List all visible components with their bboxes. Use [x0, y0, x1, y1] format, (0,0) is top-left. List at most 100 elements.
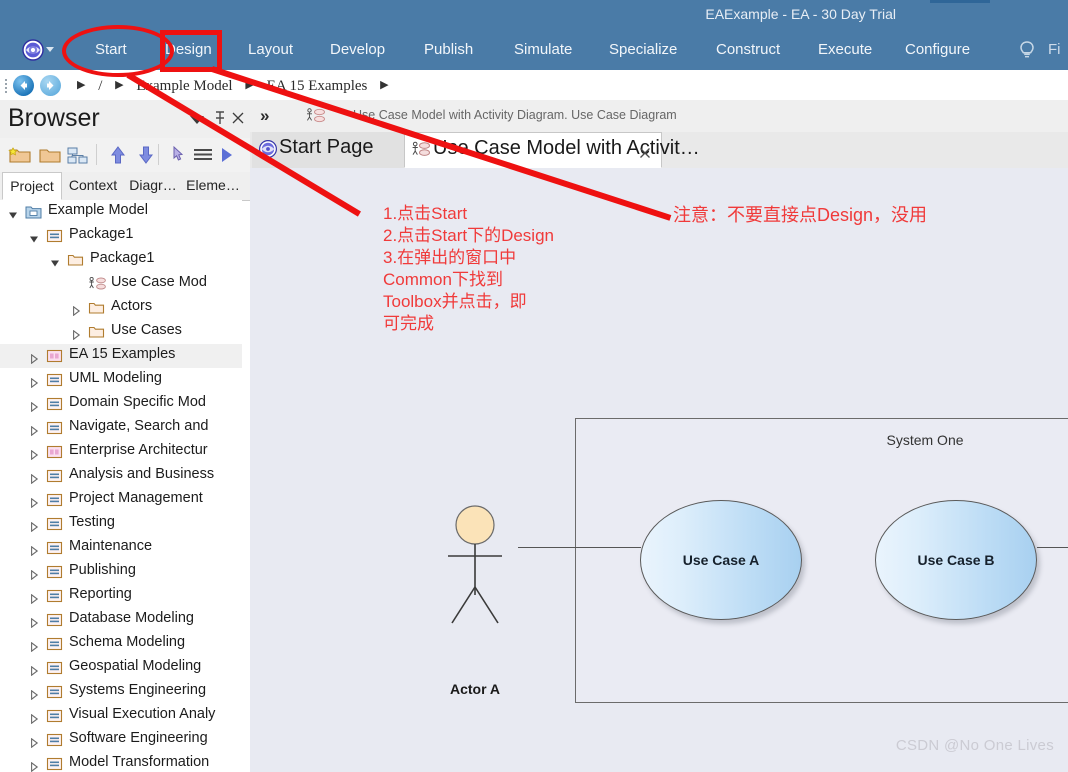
breadcrumb-item-example-model[interactable]: Example Model [136, 71, 232, 101]
folder-icon [88, 324, 105, 340]
ribbon-tab-develop[interactable]: Develop [330, 30, 385, 70]
lightbulb-icon[interactable] [1018, 40, 1036, 60]
tree-item-actors[interactable]: Actors [0, 296, 242, 320]
model-structure-icon[interactable] [66, 145, 90, 170]
twisty-collapsed-icon[interactable] [29, 519, 39, 533]
tree-item-project-management[interactable]: Project Management [0, 488, 242, 512]
view-package-icon [46, 708, 63, 724]
ribbon-tab-simulate[interactable]: Simulate [514, 30, 572, 70]
usecase-diagram-icon [88, 276, 106, 292]
ribbon-tab-specialize[interactable]: Specialize [609, 30, 677, 70]
twisty-collapsed-icon[interactable] [29, 375, 39, 389]
tab-diagram[interactable]: Diagr… [124, 172, 182, 200]
pin-icon[interactable] [213, 110, 227, 126]
twisty-collapsed-icon[interactable] [29, 711, 39, 725]
tree-item-package1[interactable]: Package1 [0, 248, 242, 272]
diagram-path-text: Use Case Model with Activity Diagram. Us… [353, 108, 677, 122]
project-tree[interactable]: Example Model Package1 Package1 Use Case Mo… [0, 200, 242, 772]
ribbon-tab-publish[interactable]: Publish [424, 30, 473, 70]
twisty-collapsed-icon[interactable] [29, 543, 39, 557]
view-package-icon [46, 492, 63, 508]
twisty-collapsed-icon[interactable] [29, 615, 39, 629]
ribbon-logo-chevron-down-icon[interactable] [46, 47, 54, 52]
twisty-collapsed-icon[interactable] [29, 423, 39, 437]
close-icon[interactable] [638, 143, 652, 158]
twisty-collapsed-icon[interactable] [29, 639, 39, 653]
window-title: EAExample - EA - 30 Day Trial [705, 6, 896, 22]
open-package-icon[interactable] [38, 145, 62, 170]
twisty-expanded-icon[interactable] [8, 207, 18, 219]
tree-item-analysis-and-business[interactable]: Analysis and Business [0, 464, 242, 488]
twisty-collapsed-icon[interactable] [29, 735, 39, 749]
twisty-expanded-icon[interactable] [29, 231, 39, 243]
new-package-icon[interactable] [8, 145, 32, 170]
twisty-collapsed-icon[interactable] [29, 351, 39, 365]
tree-item-use-case-mod[interactable]: Use Case Mod [0, 272, 242, 296]
ribbon-find-label[interactable]: Fi [1048, 30, 1061, 70]
tab-start-page[interactable]: Start Page [252, 132, 404, 168]
ribbon-tab-execute[interactable]: Execute [818, 30, 872, 70]
tree-item-systems-engineering[interactable]: Systems Engineering [0, 680, 242, 704]
tree-item-use-cases[interactable]: Use Cases [0, 320, 242, 344]
tree-item-schema-modeling[interactable]: Schema Modeling [0, 632, 242, 656]
forward-arrow-icon[interactable] [40, 75, 61, 96]
tree-item-reporting[interactable]: Reporting [0, 584, 242, 608]
twisty-collapsed-icon[interactable] [71, 303, 81, 317]
tree-item-example-model[interactable]: Example Model [0, 200, 242, 224]
twisty-collapsed-icon[interactable] [71, 327, 81, 341]
actor-stick-figure-icon[interactable] [430, 503, 520, 628]
browser-tab-strip: Project Context Diagr… Eleme… [0, 172, 250, 201]
tree-item-publishing[interactable]: Publishing [0, 560, 242, 584]
breadcrumb-bar: ▶ / ▶ Example Model ▶ EA 15 Examples ▶ [0, 70, 1068, 101]
back-arrow-icon[interactable] [13, 75, 34, 96]
tab-use-case-model[interactable]: Use Case Model with Activit… [404, 132, 700, 168]
ribbon-tab-start[interactable]: Start [95, 30, 127, 70]
expand-chevrons-icon[interactable]: » [260, 106, 269, 126]
usecase-node-b[interactable]: Use Case B [875, 500, 1037, 620]
association-line-usecase-b[interactable] [1037, 547, 1068, 548]
tree-item-ea-15-examples[interactable]: EA 15 Examples [0, 344, 242, 368]
tab-element[interactable]: Eleme… [182, 172, 244, 200]
tree-item-navigate-search-and[interactable]: Navigate, Search and [0, 416, 242, 440]
twisty-collapsed-icon[interactable] [29, 471, 39, 485]
twisty-collapsed-icon[interactable] [29, 591, 39, 605]
move-down-icon[interactable] [136, 145, 156, 170]
ribbon-tab-layout[interactable]: Layout [248, 30, 293, 70]
tree-item-package1[interactable]: Package1 [0, 224, 242, 248]
ea-logo-icon[interactable] [22, 39, 44, 61]
select-pointer-icon[interactable] [168, 145, 188, 170]
twisty-collapsed-icon[interactable] [29, 663, 39, 677]
play-arrow-icon[interactable] [218, 145, 236, 170]
tree-item-domain-specific-mod[interactable]: Domain Specific Mod [0, 392, 242, 416]
ribbon-tab-construct[interactable]: Construct [716, 30, 780, 70]
close-icon[interactable] [231, 111, 245, 125]
tree-item-database-modeling[interactable]: Database Modeling [0, 608, 242, 632]
tree-item-model-transformation[interactable]: Model Transformation [0, 752, 242, 772]
twisty-collapsed-icon[interactable] [29, 567, 39, 581]
tab-context[interactable]: Context [62, 172, 124, 200]
diagram-canvas[interactable]: System One Actor A Use Case A Use Case B… [250, 168, 1068, 772]
tree-item-testing[interactable]: Testing [0, 512, 242, 536]
tree-item-visual-execution-analy[interactable]: Visual Execution Analy [0, 704, 242, 728]
ribbon-tab-design[interactable]: Design [165, 30, 212, 70]
tree-item-enterprise-architectur[interactable]: Enterprise Architectur [0, 440, 242, 464]
tree-item-uml-modeling[interactable]: UML Modeling [0, 368, 242, 392]
tab-project[interactable]: Project [2, 172, 62, 200]
association-line-actor-usecase-a[interactable] [518, 547, 641, 548]
chevron-down-icon[interactable] [190, 116, 204, 124]
twisty-collapsed-icon[interactable] [29, 759, 39, 772]
twisty-collapsed-icon[interactable] [29, 399, 39, 413]
breadcrumb-item-ea15-examples[interactable]: EA 15 Examples [267, 71, 368, 101]
twisty-collapsed-icon[interactable] [29, 687, 39, 701]
twisty-collapsed-icon[interactable] [29, 495, 39, 509]
list-menu-icon[interactable] [192, 145, 216, 170]
ribbon-tab-configure[interactable]: Configure [905, 30, 970, 70]
move-up-icon[interactable] [108, 145, 128, 170]
tree-item-geospatial-modeling[interactable]: Geospatial Modeling [0, 656, 242, 680]
tree-item-maintenance[interactable]: Maintenance [0, 536, 242, 560]
breadcrumb-item-root[interactable]: / [98, 71, 102, 101]
twisty-expanded-icon[interactable] [50, 255, 60, 267]
usecase-node-a[interactable]: Use Case A [640, 500, 802, 620]
tree-item-software-engineering[interactable]: Software Engineering [0, 728, 242, 752]
twisty-collapsed-icon[interactable] [29, 447, 39, 461]
